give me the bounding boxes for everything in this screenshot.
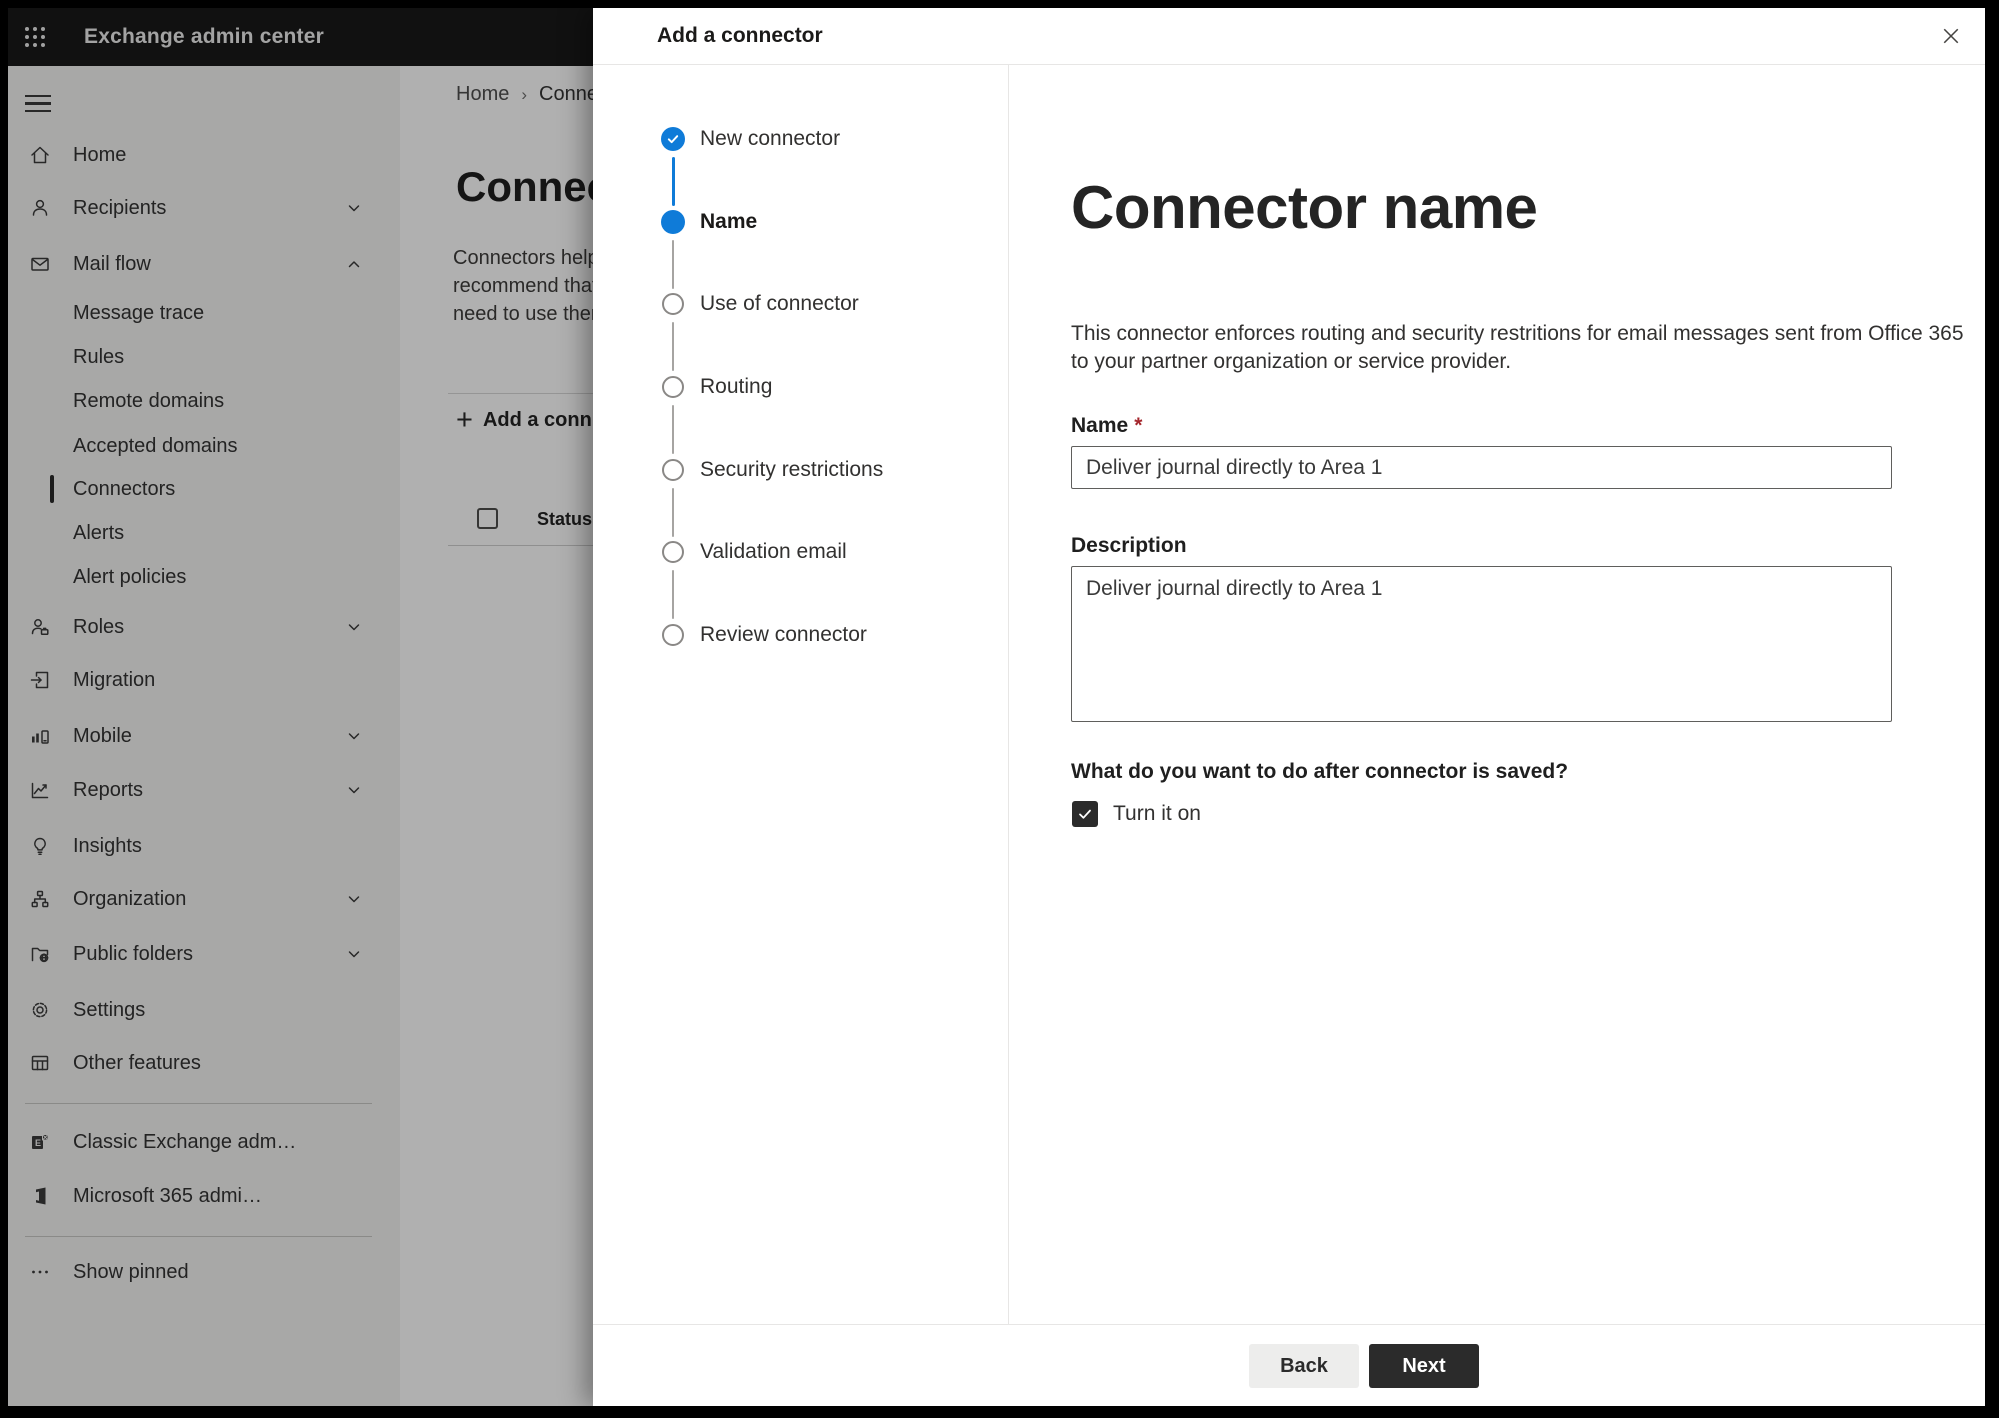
name-label-text: Name bbox=[1071, 414, 1129, 437]
checkbox-checked-icon[interactable] bbox=[1072, 801, 1098, 827]
after-save-question: What do you want to do after connector i… bbox=[1071, 760, 1569, 783]
step-label: Validation email bbox=[700, 540, 847, 563]
connector-description-text: This connector enforces routing and secu… bbox=[1071, 322, 1964, 373]
step-label: Name bbox=[700, 210, 758, 233]
step-connector-line bbox=[671, 405, 674, 454]
step-connector-line bbox=[671, 157, 675, 206]
dialog-main-panel: Connector name This connector enforces r… bbox=[1009, 65, 1985, 1324]
step-upcoming-icon bbox=[662, 293, 684, 315]
step-label: Routing bbox=[700, 375, 773, 398]
required-asterisk: * bbox=[1134, 414, 1143, 437]
description-field-label: Description bbox=[1071, 534, 1187, 557]
turn-it-on-label: Turn it on bbox=[1113, 802, 1201, 825]
step-complete-icon bbox=[661, 127, 685, 151]
wizard-steps: New connector Name Use of connector Rout… bbox=[593, 65, 1009, 1324]
dialog-title: Add a connector bbox=[657, 24, 823, 47]
dialog-footer: Back Next bbox=[593, 1324, 1985, 1406]
dialog-header: Add a connector bbox=[593, 8, 1985, 65]
connector-name-input[interactable] bbox=[1071, 446, 1892, 489]
name-field-label: Name * bbox=[1071, 414, 1142, 438]
step-connector-line bbox=[671, 488, 674, 537]
connector-name-heading: Connector name bbox=[1071, 174, 1538, 241]
screenshot-root: { "colors": { "accent_blue": "#0f7bd8", … bbox=[0, 0, 1999, 1418]
step-upcoming-icon bbox=[662, 624, 684, 646]
dialog-body: New connector Name Use of connector Rout… bbox=[593, 65, 1985, 1324]
step-label: Review connector bbox=[700, 623, 867, 646]
step-label: Security restrictions bbox=[700, 458, 884, 481]
step-connector-line bbox=[671, 570, 674, 619]
step-upcoming-icon bbox=[662, 541, 684, 563]
turn-it-on-checkbox-row[interactable]: Turn it on bbox=[1072, 801, 1201, 827]
close-button[interactable] bbox=[1935, 20, 1967, 52]
step-current-icon bbox=[661, 210, 685, 234]
step-label: Use of connector bbox=[700, 292, 859, 315]
next-button[interactable]: Next bbox=[1369, 1344, 1479, 1388]
step-connector-line bbox=[671, 322, 674, 371]
step-connector-line bbox=[671, 240, 674, 289]
connector-description-textarea[interactable]: Deliver journal directly to Area 1 bbox=[1071, 566, 1892, 722]
back-button[interactable]: Back bbox=[1249, 1344, 1359, 1388]
step-upcoming-icon bbox=[662, 376, 684, 398]
close-icon bbox=[1943, 28, 1959, 44]
step-label: New connector bbox=[700, 127, 841, 150]
step-upcoming-icon bbox=[662, 459, 684, 481]
add-connector-dialog: Add a connector New connector Name Use o… bbox=[593, 8, 1985, 1406]
